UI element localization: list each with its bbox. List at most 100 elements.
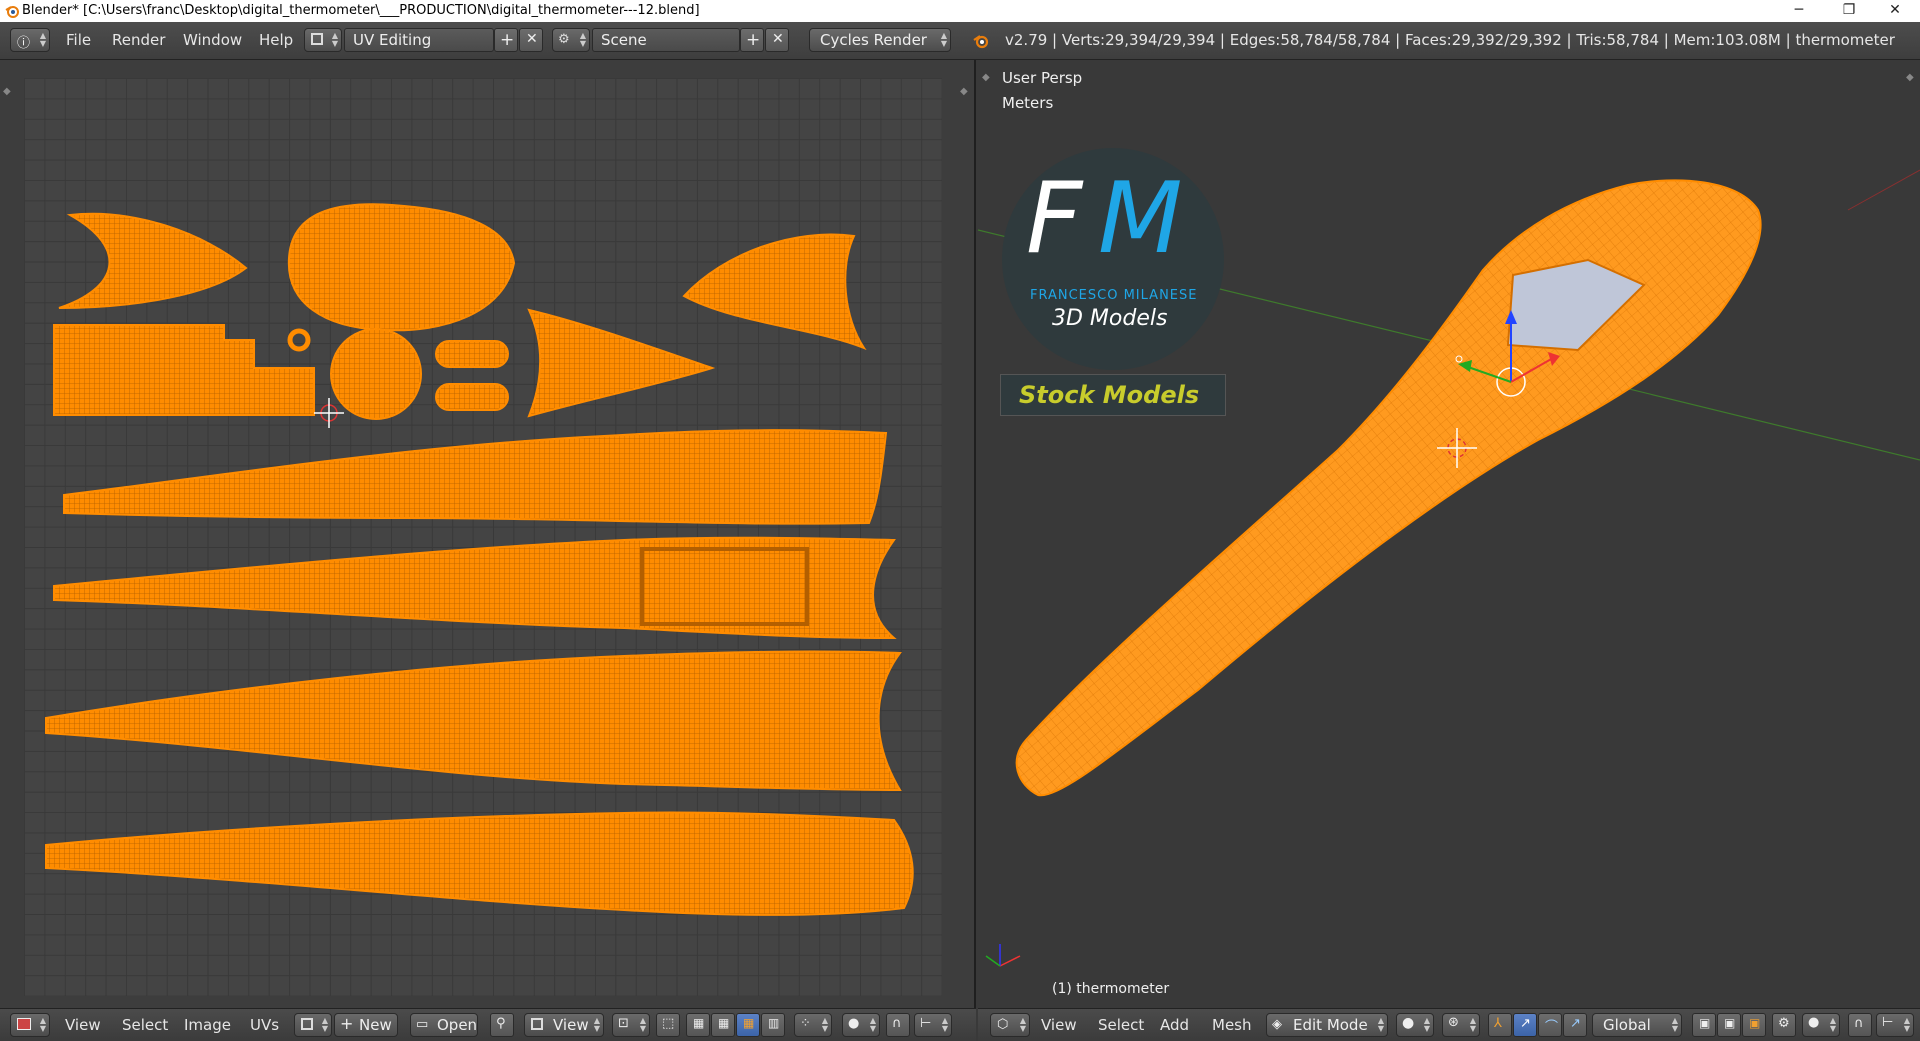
uv-island[interactable] (58, 212, 248, 309)
menu-view[interactable]: View (1041, 1016, 1077, 1034)
info-header: ⓘ ▲ ▼ File Render Window Help ▲ ▼ UV Editi… (0, 22, 1920, 60)
edge-select-button[interactable]: ▦ (711, 1013, 735, 1037)
chevron-updown-icon: ▲ ▼ (1903, 1016, 1910, 1033)
pin-image-button[interactable]: ⚲ (490, 1013, 514, 1037)
chevron-updown-icon: ▲ ▼ (1671, 1016, 1678, 1033)
editor-type-selector[interactable]: ▲ ▼ (10, 1013, 50, 1037)
proportional-icon: ● (1808, 1015, 1820, 1030)
snap-toggle-button[interactable]: ∩ (1848, 1013, 1872, 1037)
y-axis-line (1847, 169, 1920, 211)
sync-selection-button[interactable]: ⬚ (656, 1013, 680, 1037)
menu-uvs[interactable]: UVs (250, 1016, 279, 1034)
uv-island[interactable] (45, 650, 902, 792)
minimize-button[interactable]: ─ (1776, 0, 1822, 22)
3d-viewport[interactable]: ◆ ◆ User Persp Meters F M FRANCESCO MILA… (978, 60, 1920, 1008)
snap-element-dropdown[interactable]: ⊢ ▲ ▼ (914, 1013, 952, 1037)
uv-island[interactable] (330, 328, 422, 420)
add-scene-button[interactable]: + (740, 28, 764, 52)
screen-layout-field[interactable]: UV Editing (344, 28, 494, 52)
chevron-updown-icon: ▲ ▼ (321, 1016, 328, 1033)
new-image-button[interactable]: + New (334, 1013, 398, 1037)
delete-screen-button[interactable]: ✕ (519, 28, 543, 52)
axis-orientation-gizmo (985, 944, 1021, 967)
mode-view-dropdown[interactable]: View ▲ ▼ (524, 1013, 604, 1037)
uv-island[interactable] (63, 429, 888, 525)
watermark-logo: F M FRANCESCO MILANESE 3D Models (1002, 148, 1224, 370)
uv-islands[interactable] (24, 78, 942, 996)
delete-scene-button[interactable]: ✕ (765, 28, 789, 52)
uv-image-editor[interactable]: ◆ ◆ (0, 60, 976, 1008)
open-label: Open (437, 1016, 478, 1034)
vertex-select-button[interactable]: ▦ (686, 1013, 710, 1037)
uv-island[interactable] (527, 308, 716, 418)
screen-layout-browse[interactable]: ▲ ▼ (304, 28, 342, 52)
region-toggle-icon[interactable]: ◆ (960, 86, 968, 97)
island-select-button[interactable]: ▥ (761, 1013, 785, 1037)
close-window-button[interactable]: ✕ (1872, 0, 1918, 22)
uv-island[interactable] (435, 340, 509, 368)
menu-window[interactable]: Window (183, 31, 242, 49)
menu-image[interactable]: Image (184, 1016, 231, 1034)
menu-select[interactable]: Select (1098, 1016, 1144, 1034)
manipulator-icon: ⅄ (1494, 1016, 1502, 1031)
proportional-edit-dropdown[interactable]: ● ▲ ▼ (1802, 1013, 1840, 1037)
translate-manipulator-button[interactable]: ↗ (1513, 1013, 1537, 1037)
uv-island[interactable] (53, 324, 315, 416)
edge-icon: ▣ (1724, 1016, 1736, 1030)
transform-orientation-dropdown[interactable]: Global ▲ ▼ (1592, 1013, 1682, 1037)
snap-element-dropdown[interactable]: ⊢ ▲ ▼ (1876, 1013, 1914, 1037)
scene-browse[interactable]: ⚙ ▲ ▼ (552, 28, 590, 52)
uv-island[interactable] (287, 328, 311, 352)
mode-dropdown[interactable]: ◈ Edit Mode ▲ ▼ (1266, 1013, 1388, 1037)
rotate-manipulator-button[interactable]: ⌒ (1538, 1013, 1562, 1037)
uv-2d-cursor-icon[interactable] (314, 398, 344, 428)
sticky-selection-dropdown[interactable]: ⁘ ▲ ▼ (794, 1013, 832, 1037)
region-toggle-icon[interactable]: ◆ (3, 86, 11, 97)
render-engine-dropdown[interactable]: Cycles Render ▲ ▼ (809, 28, 951, 52)
face-select-button[interactable]: ▦ (736, 1013, 760, 1037)
rotate-icon: ⌒ (1545, 1020, 1559, 1035)
proportional-icon: ● (848, 1016, 860, 1031)
uv-island[interactable] (287, 203, 516, 332)
vertex-select-button[interactable]: ▣ (1692, 1013, 1716, 1037)
uv-grid-canvas[interactable] (24, 78, 942, 996)
scene-statistics: v2.79 | Verts:29,394/29,394 | Edges:58,7… (1005, 31, 1895, 49)
face-select-button[interactable]: ▣ (1742, 1013, 1766, 1037)
plus-icon: + (340, 1014, 354, 1033)
menu-file[interactable]: File (66, 31, 91, 49)
maximize-button[interactable]: ❐ (1826, 0, 1872, 22)
open-image-button[interactable]: ▭ Open (410, 1013, 478, 1037)
blender-logo-icon (973, 35, 989, 49)
uv-island[interactable] (435, 383, 509, 411)
manipulator-toggle-button[interactable]: ⅄ (1488, 1013, 1512, 1037)
scale-icon: ↗ (1570, 1016, 1581, 1031)
uv-island[interactable] (45, 811, 914, 916)
mode-label: Edit Mode (1293, 1016, 1368, 1034)
menu-view[interactable]: View (65, 1016, 101, 1034)
menu-mesh[interactable]: Mesh (1212, 1016, 1252, 1034)
scene-field[interactable]: Scene (592, 28, 740, 52)
image-browse[interactable]: ▲ ▼ (294, 1013, 332, 1037)
proportional-edit-dropdown[interactable]: ● ▲ ▼ (842, 1013, 880, 1037)
chevron-updown-icon: ▲ ▼ (639, 1016, 646, 1033)
menu-help[interactable]: Help (259, 31, 293, 49)
menu-render[interactable]: Render (112, 31, 165, 49)
viewport-shading-dropdown[interactable]: ● ▲ ▼ (1396, 1013, 1434, 1037)
pivot-dropdown[interactable]: ⊡ ▲ ▼ (612, 1013, 650, 1037)
plus-icon: + (746, 30, 761, 50)
chevron-updown-icon: ▲ ▼ (579, 31, 586, 48)
menu-add[interactable]: Add (1160, 1016, 1189, 1034)
menu-select[interactable]: Select (122, 1016, 168, 1034)
uv-island[interactable] (682, 233, 867, 351)
edge-select-button[interactable]: ▣ (1717, 1013, 1741, 1037)
pivot-icon: ⊡ (618, 1016, 629, 1031)
editor-type-selector[interactable]: ⓘ ▲ ▼ (10, 28, 50, 52)
pivot-point-dropdown[interactable]: ⊛ ▲ ▼ (1442, 1013, 1480, 1037)
scale-manipulator-button[interactable]: ↗ (1563, 1013, 1587, 1037)
occlude-geometry-button[interactable]: ⚙ (1772, 1013, 1796, 1037)
logo-author: FRANCESCO MILANESE (1030, 288, 1198, 303)
snap-toggle-button[interactable]: ∩ (886, 1013, 910, 1037)
chevron-updown-icon: ▲ ▼ (39, 31, 46, 48)
editor-type-selector[interactable]: ⬡ ▲ ▼ (990, 1013, 1030, 1037)
add-screen-button[interactable]: + (494, 28, 518, 52)
